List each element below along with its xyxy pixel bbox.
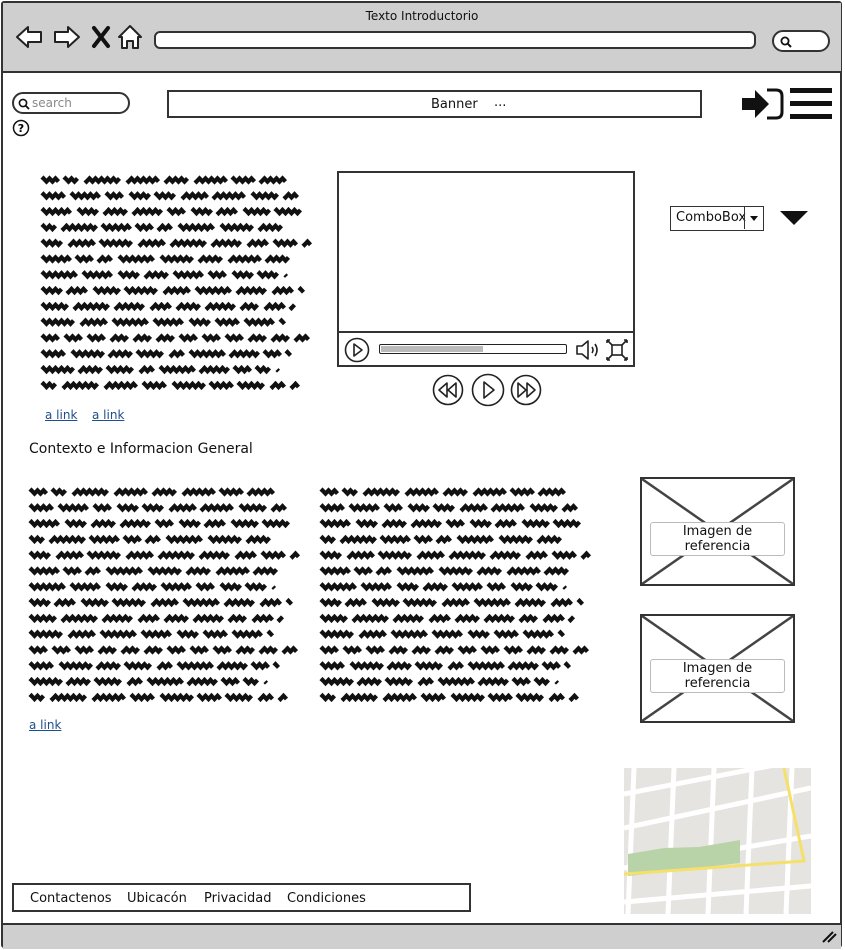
footer-nav: Contactenos Ubicacón Privacidad Condicio… [12, 883, 471, 912]
intro-link-1[interactable]: a link [45, 408, 77, 422]
combobox-button[interactable] [744, 207, 763, 229]
stop-icon[interactable] [88, 22, 118, 52]
scribble-line [40, 206, 303, 217]
footer-link-ubicacion[interactable]: Ubicacón [127, 891, 187, 906]
section-title: Contexto e Informacion General [29, 441, 253, 457]
reference-image-1: Imagen de referencia [640, 477, 795, 586]
video-player[interactable] [337, 171, 635, 367]
search-box[interactable] [12, 92, 130, 114]
play-main-icon[interactable] [471, 373, 505, 407]
scribble-line [28, 582, 277, 592]
scribble-line [28, 629, 275, 639]
scribble-line [28, 534, 272, 545]
resize-grip-icon[interactable] [821, 931, 837, 943]
scribble-line [40, 270, 289, 280]
fullscreen-icon[interactable] [605, 338, 629, 362]
context-paragraph-right [319, 487, 592, 703]
scribble-line [28, 692, 289, 703]
video-progress-bar[interactable] [379, 344, 567, 354]
scribble-line [28, 550, 301, 560]
scribble-line [28, 645, 299, 655]
window-title: Texto Introductorio [365, 9, 479, 23]
chevron-down-icon [750, 216, 758, 221]
scribble-line [40, 238, 313, 248]
scribble-line [28, 503, 288, 513]
scribble-line [40, 349, 293, 359]
scribble-line [319, 534, 563, 545]
intro-paragraph [40, 175, 313, 391]
intro-link-2[interactable]: a link [92, 408, 124, 422]
fast-forward-icon[interactable] [510, 374, 542, 406]
scribble-line [40, 301, 297, 312]
footer-link-contactenos[interactable]: Contactenos [30, 891, 112, 906]
volume-icon[interactable] [575, 339, 601, 361]
combobox[interactable]: ComboBox [670, 206, 764, 231]
dropdown-arrow-icon[interactable] [779, 209, 809, 227]
scribble-line [319, 661, 572, 671]
map[interactable] [624, 768, 811, 914]
scribble-line [28, 487, 276, 497]
scribble-line [319, 503, 579, 513]
scribble-line [40, 317, 287, 327]
scribble-line [28, 597, 294, 608]
scribble-line [319, 613, 576, 624]
combobox-label: ComboBox [676, 210, 747, 225]
play-icon[interactable] [344, 337, 370, 363]
search-icon [18, 98, 30, 110]
scribble-line [40, 380, 301, 391]
scribble-line [319, 566, 570, 576]
forward-icon[interactable] [52, 22, 82, 52]
banner-label: Banner [431, 97, 478, 112]
scribble-line [40, 364, 281, 375]
banner-extra: ... [494, 95, 507, 110]
browser-statusbar [3, 923, 841, 949]
help-icon[interactable]: ? [12, 119, 30, 137]
footer-link-privacidad[interactable]: Privacidad [204, 891, 271, 906]
image-caption: Imagen de referencia [650, 659, 785, 693]
footer-link-condiciones[interactable]: Condiciones [287, 891, 366, 906]
search-icon [780, 36, 792, 48]
scribble-line [319, 676, 560, 687]
scribble-line [40, 254, 291, 264]
scribble-line [28, 661, 281, 671]
home-icon[interactable] [115, 22, 145, 52]
scribble-line [319, 518, 582, 529]
scribble-line [319, 550, 592, 560]
rewind-icon[interactable] [432, 374, 464, 406]
image-caption: Imagen de referencia [650, 522, 785, 556]
scribble-line [40, 191, 300, 201]
browser-search-field[interactable] [772, 30, 830, 52]
svg-text:?: ? [18, 122, 24, 135]
scribble-line [28, 518, 291, 529]
banner: Banner ... [167, 90, 702, 118]
scribble-line [40, 285, 306, 296]
scribble-line [319, 597, 585, 608]
scribble-line [28, 566, 279, 576]
back-icon[interactable] [14, 22, 44, 52]
scribble-line [40, 333, 311, 343]
scribble-line [28, 613, 285, 624]
hamburger-menu-icon[interactable] [789, 86, 833, 122]
context-paragraph-left [28, 487, 301, 703]
reference-image-2: Imagen de referencia [640, 614, 795, 723]
url-bar[interactable] [154, 31, 756, 49]
scribble-line [40, 222, 284, 233]
search-input[interactable] [32, 95, 122, 111]
map-graphic [624, 768, 811, 914]
scribble-line [319, 582, 568, 592]
login-icon[interactable] [740, 86, 784, 122]
scribble-line [28, 676, 269, 687]
scribble-line [319, 692, 580, 703]
scribble-line [319, 629, 566, 639]
scribble-line [40, 175, 288, 185]
scribble-line [319, 487, 567, 497]
scribble-line [319, 645, 590, 655]
context-link[interactable]: a link [29, 718, 61, 732]
